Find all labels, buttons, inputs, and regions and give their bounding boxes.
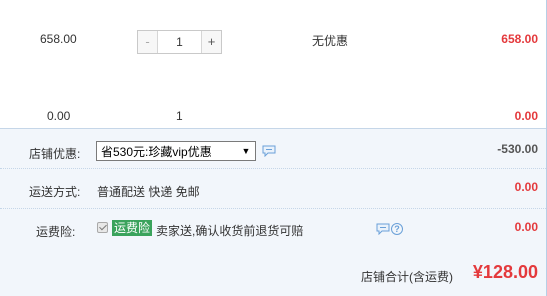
quantity-decrease-button[interactable]: - bbox=[138, 31, 158, 53]
question-circle-icon[interactable]: ? bbox=[391, 223, 403, 235]
shop-summary: 店铺优惠: 省530元:珍藏vip优惠 ▼ -530.00 运送方式: 普通配送… bbox=[0, 128, 546, 296]
quantity-stepper[interactable]: - 1 + bbox=[137, 30, 222, 54]
chat-bubble-icon[interactable] bbox=[376, 223, 390, 235]
insurance-icons: ? bbox=[376, 223, 403, 235]
gift-quantity: 1 bbox=[176, 109, 183, 123]
shop-discount-row: 店铺优惠: 省530元:珍藏vip优惠 ▼ -530.00 bbox=[0, 128, 546, 168]
total-row: 店铺合计(含运费) ¥128.00 bbox=[0, 248, 546, 296]
gift-subtotal: 0.00 bbox=[514, 109, 538, 123]
insurance-amount: 0.00 bbox=[514, 220, 538, 234]
shipping-label: 运送方式: bbox=[29, 185, 81, 199]
gift-unit-price: 0.00 bbox=[47, 109, 71, 123]
shop-discount-select[interactable]: 省530元:珍藏vip优惠 ▼ bbox=[96, 141, 256, 161]
shop-discount-label: 店铺优惠: bbox=[29, 147, 81, 161]
item-unit-price: 658.00 bbox=[40, 32, 77, 46]
shipping-row: 运送方式: 普通配送 快递 免邮 0.00 bbox=[0, 168, 546, 208]
insurance-label: 运费险: bbox=[36, 225, 76, 239]
item-subtotal: 658.00 bbox=[501, 32, 538, 46]
insurance-row: 运费险: 运费险 卖家送,确认收货前退货可赔 ? 0.00 bbox=[0, 208, 546, 248]
shipping-amount: 0.00 bbox=[514, 180, 538, 194]
shop-discount-selected: 省530元:珍藏vip优惠 bbox=[101, 144, 212, 159]
shop-discount-amount: -530.00 bbox=[497, 142, 538, 156]
dropdown-arrow-icon: ▼ bbox=[241, 146, 251, 156]
total-label: 店铺合计(含运费) bbox=[361, 270, 453, 284]
chat-bubble-icon[interactable] bbox=[262, 145, 276, 157]
quantity-input[interactable]: 1 bbox=[158, 31, 201, 53]
item-promotion: 无优惠 bbox=[312, 34, 349, 48]
order-item-area: 658.00 - 1 + 无优惠 658.00 0.00 1 0.00 bbox=[0, 0, 546, 128]
quantity-increase-button[interactable]: + bbox=[201, 31, 221, 53]
total-value: ¥128.00 bbox=[472, 262, 538, 282]
insurance-description: 卖家送,确认收货前退货可赔 bbox=[156, 224, 304, 238]
shipping-method: 普通配送 快递 免邮 bbox=[97, 185, 200, 199]
order-shop-panel: 658.00 - 1 + 无优惠 658.00 0.00 1 0.00 店铺优惠… bbox=[0, 0, 547, 296]
insurance-checkbox[interactable] bbox=[97, 222, 108, 233]
insurance-tag: 运费险 bbox=[112, 220, 153, 236]
